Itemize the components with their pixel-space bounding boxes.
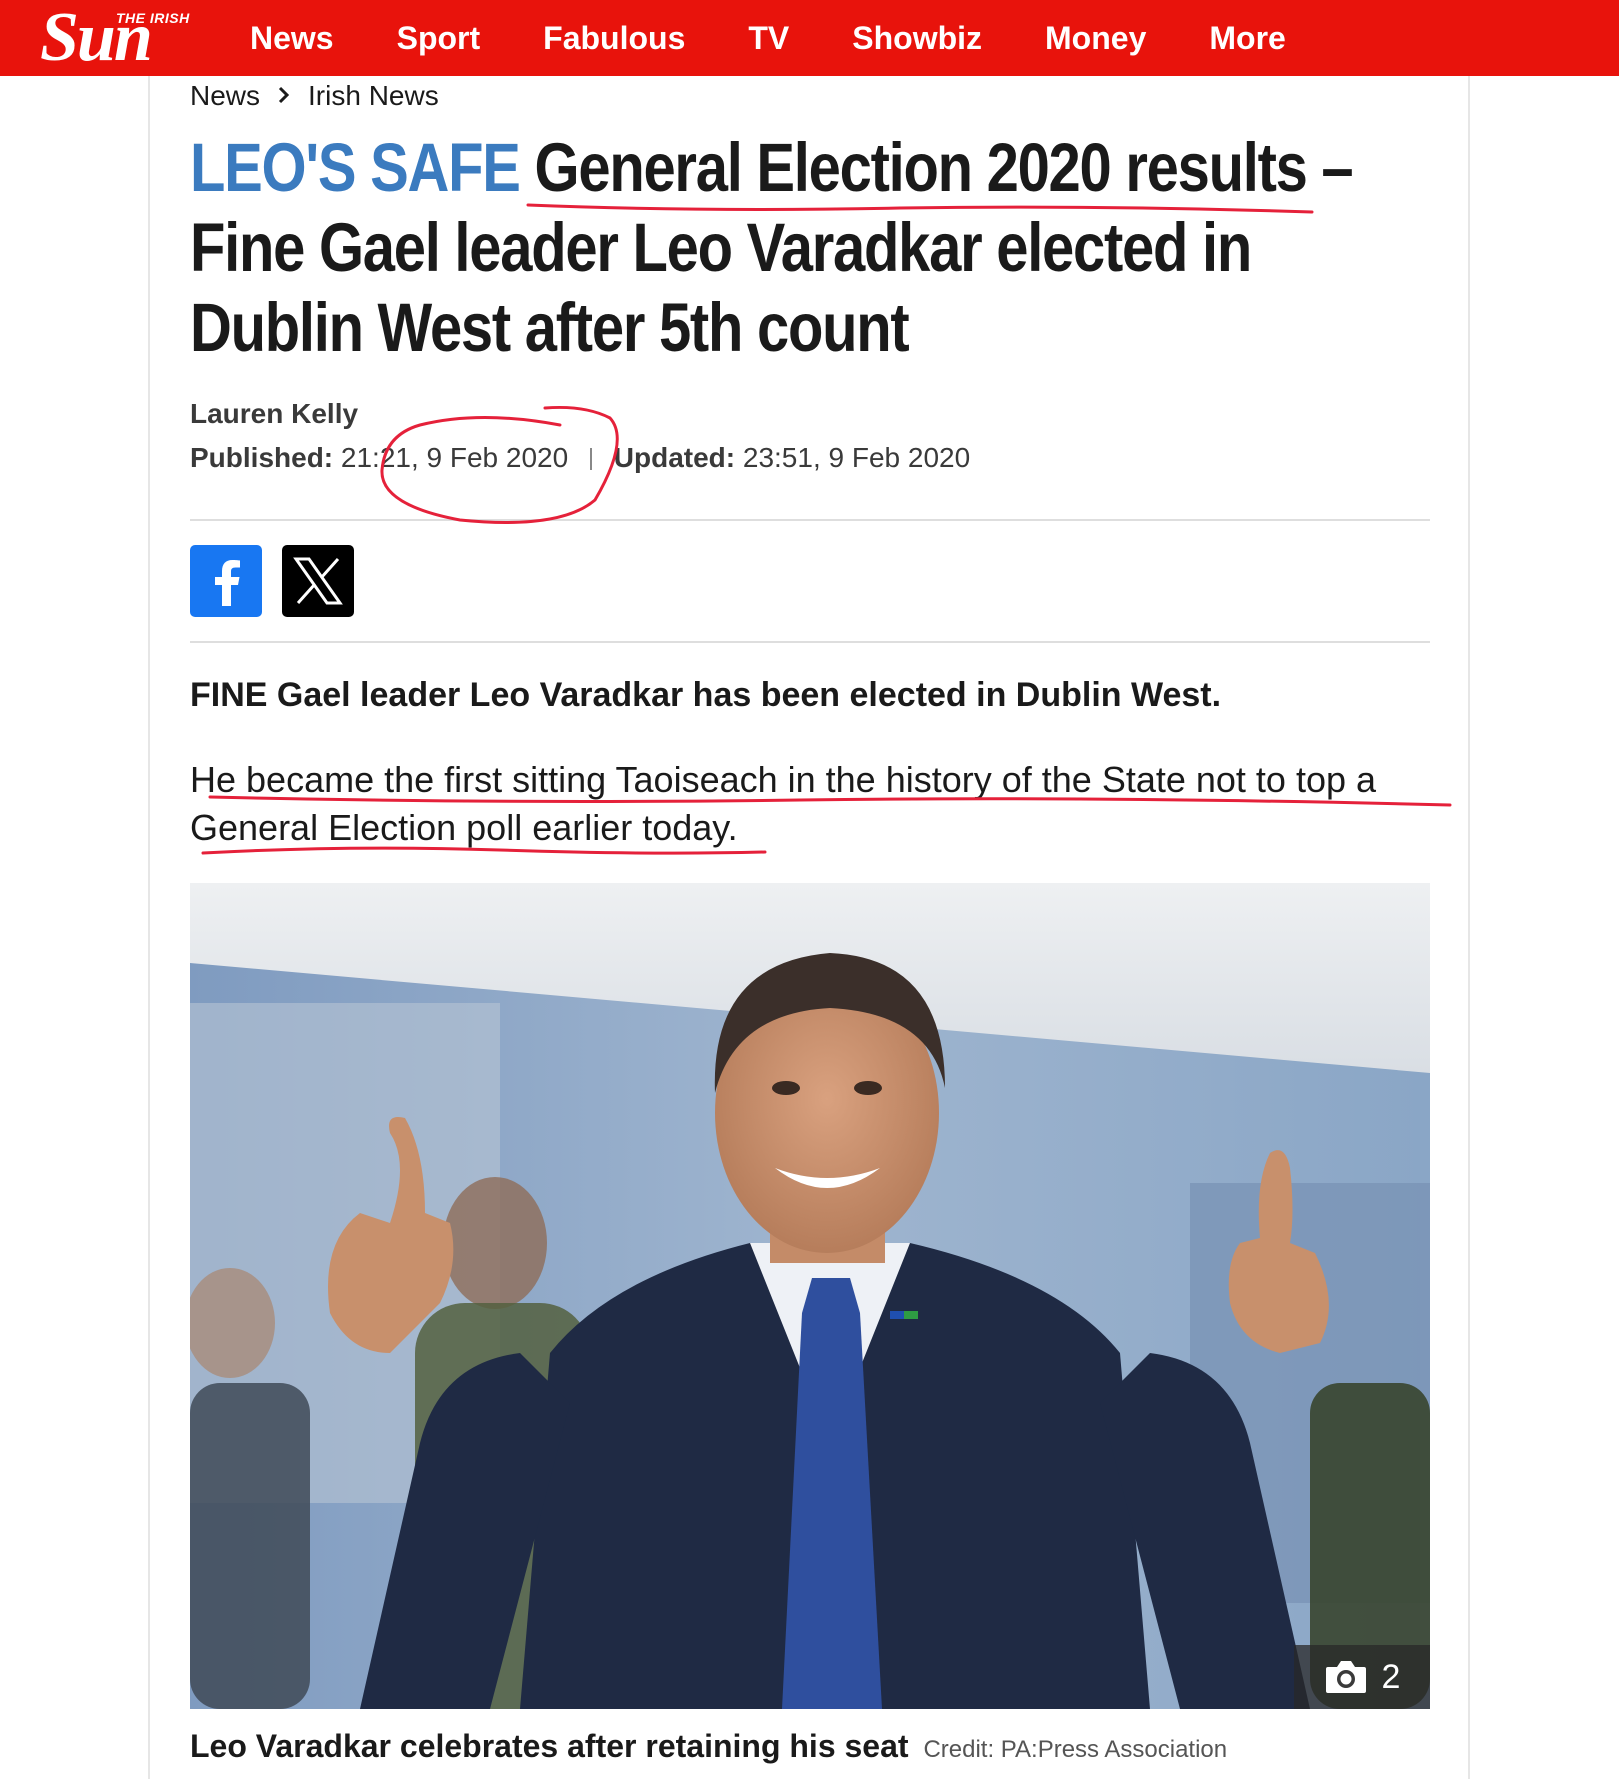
headline-kicker: LEO'S SAFE [190, 129, 521, 206]
published-label: Published: [190, 442, 334, 473]
photo-illustration [190, 883, 1430, 1709]
date-divider [589, 448, 592, 470]
nav-item-news[interactable]: News [250, 20, 334, 57]
camera-icon [1325, 1661, 1366, 1693]
divider-top [190, 519, 1430, 521]
nav-item-tv[interactable]: TV [748, 20, 789, 57]
gallery-count: 2 [1381, 1657, 1401, 1696]
x-share-button[interactable] [282, 545, 354, 617]
main-nav: News Sport Fabulous TV Showbiz Money Mor… [250, 0, 1349, 76]
article-lede: FINE Gael leader Leo Varadkar has been e… [190, 676, 1222, 714]
gallery-count-button[interactable]: 2 [1294, 1645, 1430, 1709]
article-headline: LEO'S SAFE General Election 2020 results… [190, 128, 1408, 368]
top-nav-bar: Sun THE IRISH News Sport Fabulous TV Sho… [0, 0, 1619, 76]
breadcrumb-news[interactable]: News [190, 80, 260, 112]
nav-item-fabulous[interactable]: Fabulous [543, 20, 685, 57]
breadcrumb-irish-news[interactable]: Irish News [308, 80, 439, 112]
photo-credit: Credit: PA:Press Association [923, 1736, 1228, 1763]
author-name[interactable]: Lauren Kelly [190, 398, 358, 430]
site-logo[interactable]: Sun THE IRISH [38, 3, 218, 73]
divider-bottom [190, 641, 1430, 643]
published-value: 21:21, 9 Feb 2020 [340, 442, 569, 473]
nav-item-sport[interactable]: Sport [397, 20, 481, 57]
nav-item-showbiz[interactable]: Showbiz [852, 20, 982, 57]
photo-caption: Leo Varadkar celebrates after retaining … [190, 1728, 1227, 1765]
breadcrumb: News Irish News [190, 80, 439, 112]
updated-value: 23:51, 9 Feb 2020 [742, 442, 971, 473]
article-paragraph: He became the first sitting Taoiseach in… [190, 759, 1377, 848]
logo-edition: THE IRISH [116, 10, 190, 26]
facebook-share-button[interactable] [190, 545, 262, 617]
x-icon [293, 557, 343, 605]
caption-text: Leo Varadkar celebrates after retaining … [190, 1728, 909, 1764]
facebook-icon [215, 560, 240, 606]
article-photo[interactable]: 2 [190, 883, 1430, 1709]
updated-label: Updated: [613, 442, 736, 473]
chevron-right-icon [276, 81, 292, 112]
nav-item-more[interactable]: More [1209, 20, 1285, 57]
article-dates: Published: 21:21, 9 Feb 2020 Updated: 23… [190, 442, 970, 474]
nav-item-money[interactable]: Money [1045, 20, 1146, 57]
